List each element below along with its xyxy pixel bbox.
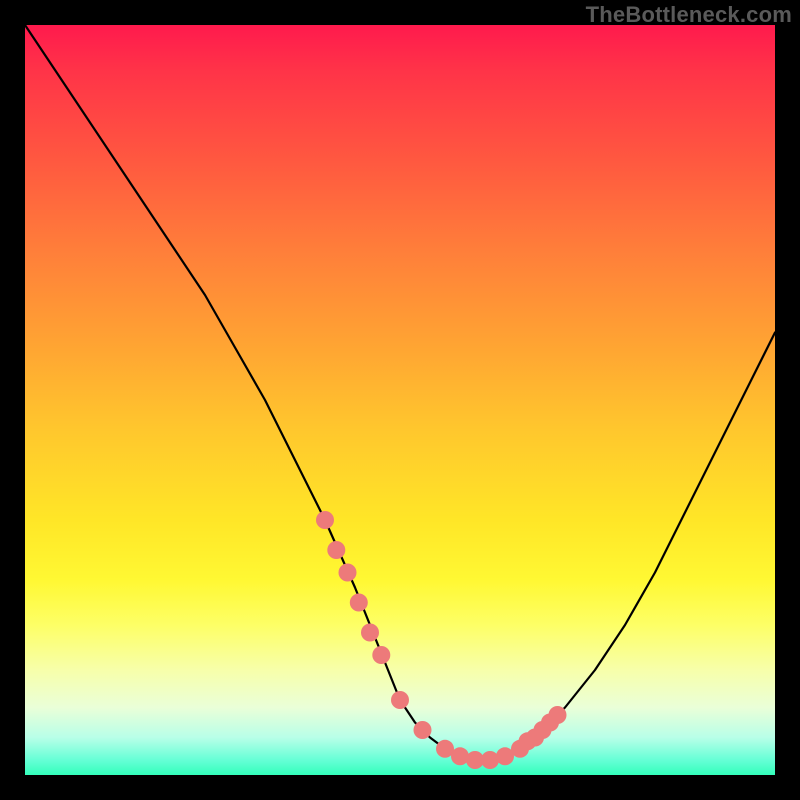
data-marker	[451, 747, 469, 765]
data-marker	[361, 624, 379, 642]
bottleneck-curve	[25, 25, 775, 760]
chart-frame	[25, 25, 775, 775]
watermark-label: TheBottleneck.com	[586, 2, 792, 28]
data-marker	[350, 594, 368, 612]
data-marker	[372, 646, 390, 664]
data-marker	[391, 691, 409, 709]
chart-svg	[25, 25, 775, 775]
marker-group	[316, 511, 567, 769]
data-marker	[414, 721, 432, 739]
data-marker	[316, 511, 334, 529]
data-marker	[339, 564, 357, 582]
data-marker	[481, 751, 499, 769]
data-marker	[549, 706, 567, 724]
plot-area	[25, 25, 775, 775]
data-marker	[327, 541, 345, 559]
